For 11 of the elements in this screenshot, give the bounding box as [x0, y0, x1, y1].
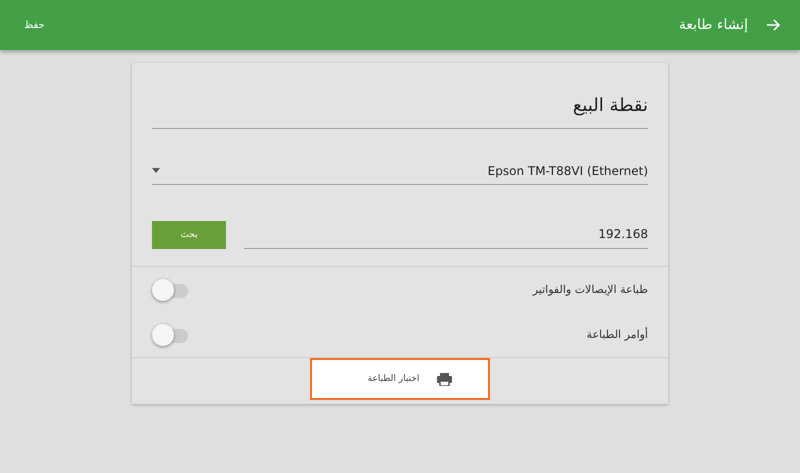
window-title: إنشاء طابعة	[678, 17, 748, 33]
printer-icon	[437, 372, 452, 386]
ip-address-field[interactable]: 192.168	[244, 223, 648, 249]
toggle-label: أوامر الطباعة	[586, 328, 648, 341]
toggle-switch[interactable]	[152, 278, 190, 300]
toggle-label: طباعة الإيصالات والفواتير	[532, 283, 648, 296]
dropdown-caret-icon	[152, 168, 160, 173]
printer-model-dropdown[interactable]: Epson TM-T88VI (Ethernet)	[152, 157, 648, 185]
toggle-switch[interactable]	[152, 324, 190, 346]
name-field[interactable]: نقطة البيع	[152, 91, 648, 129]
test-print-button[interactable]: اختبار الطباعة	[310, 358, 490, 400]
